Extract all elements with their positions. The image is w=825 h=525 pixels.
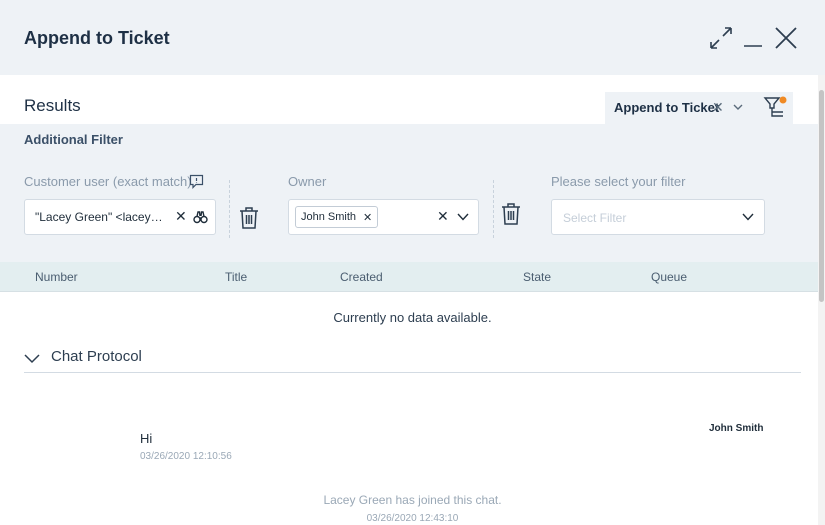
- column-state[interactable]: State: [523, 270, 551, 284]
- results-title: Results: [24, 96, 81, 115]
- owner-chip: John Smith ✕: [295, 206, 379, 228]
- column-number[interactable]: Number: [35, 270, 78, 284]
- tooltip-info-icon[interactable]: [189, 174, 204, 189]
- results-table-header: Number Title Created State Queue: [0, 262, 818, 292]
- chevron-down-icon[interactable]: [741, 210, 755, 224]
- chat-message: Hi: [140, 431, 153, 446]
- close-icon[interactable]: [772, 24, 800, 52]
- chip-remove-icon[interactable]: ✕: [363, 211, 372, 224]
- customer-user-field[interactable]: "Lacey Green" <lacey… ✕: [24, 199, 216, 235]
- chat-system-message: Lacey Green has joined this chat.: [323, 493, 502, 507]
- scrollbar-thumb[interactable]: [819, 90, 824, 302]
- owner-field[interactable]: John Smith ✕ ✕: [288, 199, 479, 235]
- tab-close-icon[interactable]: ✕: [712, 100, 724, 114]
- chevron-down-icon[interactable]: [24, 350, 40, 366]
- trash-icon[interactable]: [500, 202, 522, 226]
- column-created[interactable]: Created: [340, 270, 383, 284]
- column-queue[interactable]: Queue: [651, 270, 687, 284]
- maximize-icon[interactable]: [707, 24, 735, 52]
- chat-protocol-title: Chat Protocol: [51, 348, 142, 365]
- filter-list-icon[interactable]: [763, 94, 789, 120]
- trash-icon[interactable]: [238, 206, 260, 230]
- chevron-down-icon[interactable]: [456, 210, 470, 224]
- customer-user-value: "Lacey Green" <lacey…: [35, 210, 163, 224]
- select-filter-label: Please select your filter: [551, 174, 686, 189]
- tab-append-to-ticket[interactable]: Append to Ticket ✕: [605, 92, 793, 126]
- clear-icon[interactable]: ✕: [175, 209, 187, 223]
- separator: [229, 180, 230, 238]
- dialog-title: Append to Ticket: [24, 28, 170, 48]
- clear-icon[interactable]: ✕: [437, 209, 449, 223]
- chat-protocol-header[interactable]: Chat Protocol: [24, 346, 801, 373]
- customer-user-label: Customer user (exact match): [24, 174, 192, 189]
- separator: [493, 180, 494, 238]
- select-filter-dropdown[interactable]: Select Filter: [551, 199, 765, 235]
- additional-filter-heading: Additional Filter: [24, 132, 123, 147]
- minimize-icon[interactable]: [740, 24, 768, 52]
- owner-label: Owner: [288, 174, 327, 189]
- select-filter-placeholder: Select Filter: [563, 211, 627, 225]
- chat-system-time: 03/26/2020 12:43:10: [366, 513, 459, 524]
- tab-label: Append to Ticket: [614, 100, 720, 115]
- owner-chip-label: John Smith: [301, 211, 357, 223]
- chat-sender: John Smith: [709, 423, 764, 434]
- chevron-down-icon[interactable]: [731, 100, 745, 114]
- chat-message-time: 03/26/2020 12:10:56: [140, 451, 232, 462]
- empty-table-message: Currently no data available.: [333, 310, 492, 325]
- column-title[interactable]: Title: [225, 270, 247, 284]
- dialog-header: Append to Ticket: [0, 0, 825, 75]
- additional-filter-panel: Additional Filter Customer user (exact m…: [0, 124, 825, 262]
- binoculars-icon[interactable]: [193, 210, 208, 224]
